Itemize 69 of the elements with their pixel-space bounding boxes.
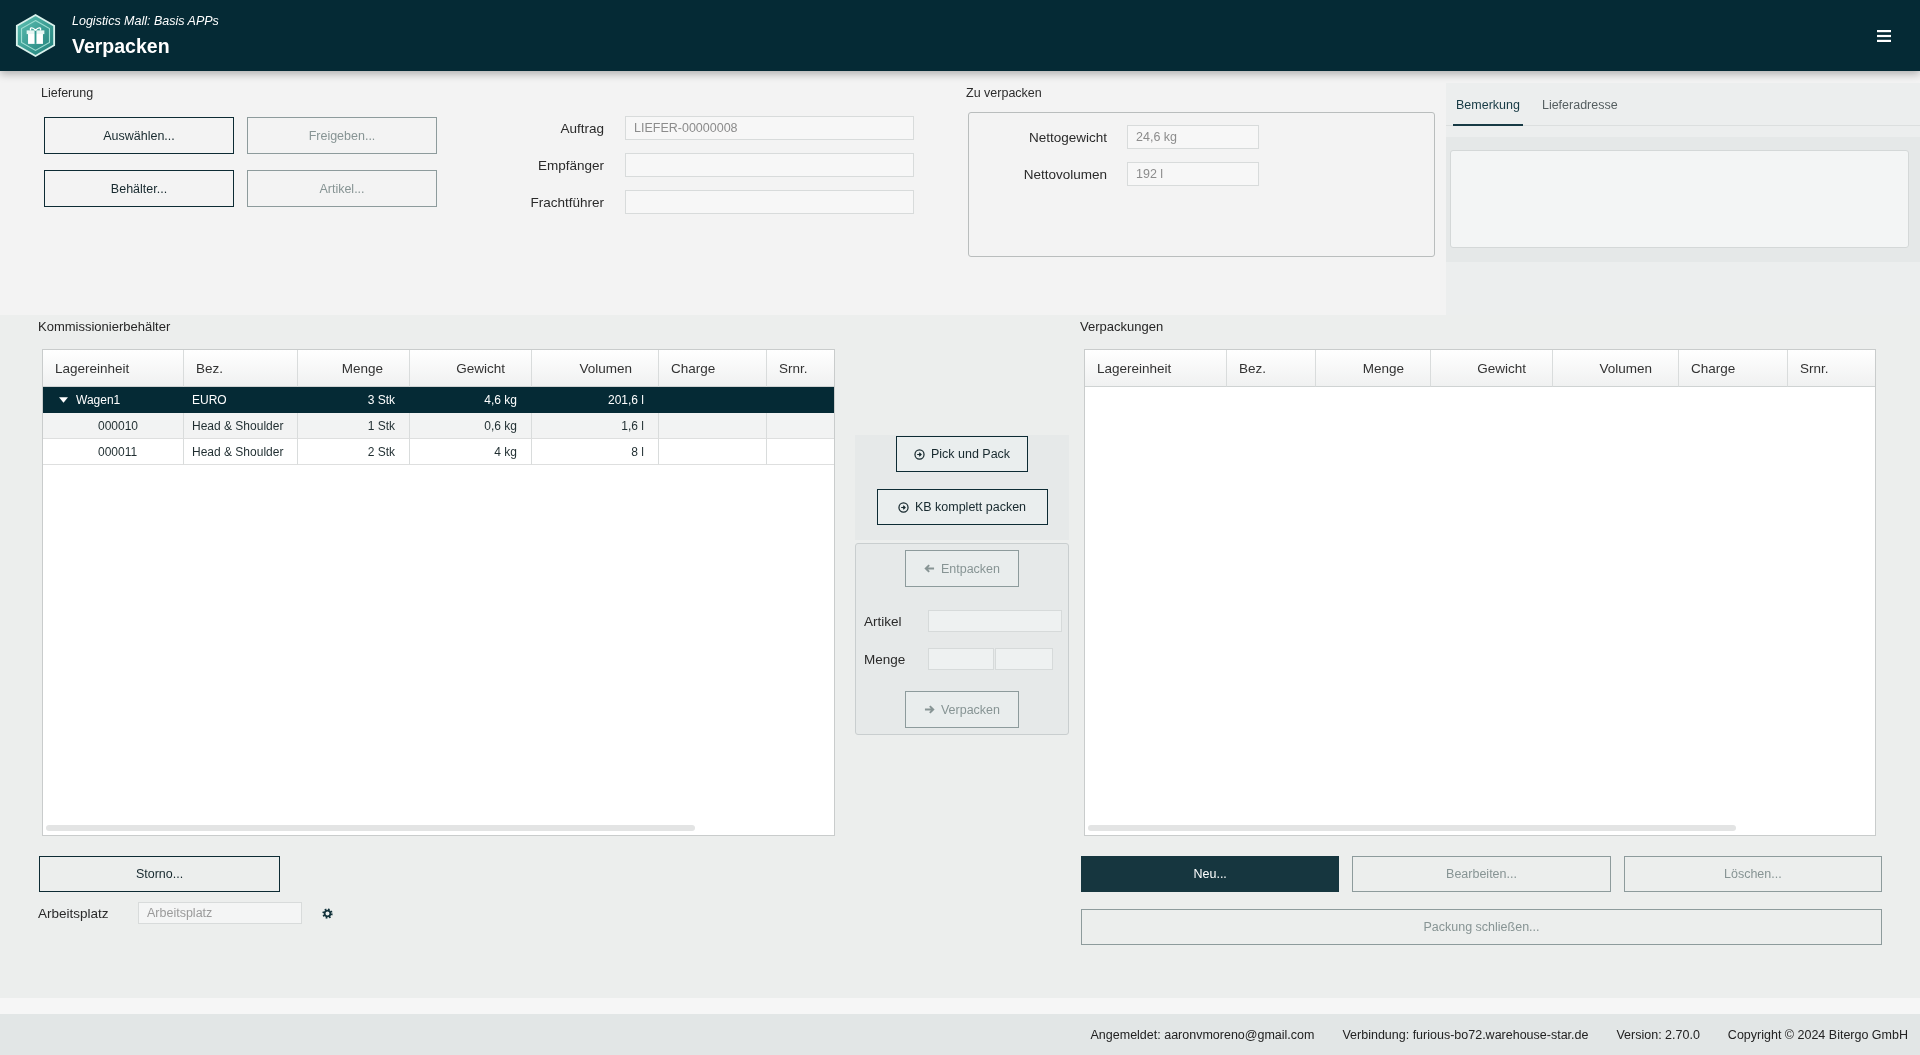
field-label: Nettogewicht bbox=[1027, 129, 1107, 145]
column-header[interactable]: Charge bbox=[659, 350, 767, 387]
table-row[interactable]: 000010 Head & Shoulder 1 Stk 0,6 kg 1,6 l bbox=[43, 413, 834, 439]
column-header[interactable]: Volumen bbox=[1553, 350, 1679, 387]
page-title: Verpacken bbox=[72, 34, 171, 58]
table-cell: Head & Shoulder bbox=[184, 413, 298, 439]
table-cell: 8 l bbox=[532, 439, 659, 465]
column-header[interactable]: Lagereinheit bbox=[43, 350, 184, 387]
circle-arrow-icon bbox=[897, 501, 909, 513]
table-cell: 000011 bbox=[98, 444, 138, 459]
field-label: Artikel bbox=[864, 613, 903, 629]
column-header[interactable]: Bez. bbox=[1227, 350, 1316, 387]
column-header[interactable]: Lagereinheit bbox=[1085, 350, 1227, 387]
pick-and-pack-button[interactable]: Pick und Pack bbox=[896, 436, 1028, 472]
select-button[interactable]: Auswählen... bbox=[44, 117, 234, 154]
table-cell: 1,6 l bbox=[532, 413, 659, 439]
field-label: Arbeitsplatz bbox=[38, 905, 110, 921]
table-row[interactable]: 000011 Head & Shoulder 2 Stk 4 kg 8 l bbox=[43, 439, 834, 465]
table-cell: Head & Shoulder bbox=[184, 439, 298, 465]
status-text: Angemeldet: aaronvmoreno@gmail.com bbox=[1090, 1027, 1315, 1042]
section-title: Zu verpacken bbox=[966, 86, 1043, 101]
status-text: Version: 2.70.0 bbox=[1616, 1027, 1700, 1042]
section-title: Lieferung bbox=[41, 86, 95, 101]
table-cell: 4 kg bbox=[410, 439, 532, 465]
arrow-right-icon bbox=[923, 704, 935, 715]
field-label: Auftrag bbox=[559, 120, 604, 136]
pack-all-button[interactable]: KB komplett packen bbox=[876, 489, 1048, 525]
tab[interactable]: Lieferadresse bbox=[1538, 92, 1621, 126]
table-cell: Wagen1 bbox=[76, 392, 121, 407]
tab[interactable]: Bemerkung bbox=[1453, 92, 1523, 126]
text-area[interactable] bbox=[1450, 150, 1909, 248]
table-row[interactable]: Wagen1 EURO 3 Stk 4,6 kg 201,6 l bbox=[43, 387, 834, 413]
section-title: Kommissionierbehälter bbox=[38, 319, 171, 335]
status-text: Verbindung: furious-bo72.warehouse-star.de bbox=[1342, 1027, 1589, 1042]
column-header[interactable]: Charge bbox=[1679, 350, 1788, 387]
arrow-left-icon bbox=[923, 563, 935, 574]
horizontal-scrollbar[interactable] bbox=[1088, 825, 1736, 831]
app-subtitle: Logistics Mall: Basis APPs bbox=[72, 13, 219, 29]
text-field[interactable] bbox=[625, 153, 914, 177]
column-header[interactable]: Menge bbox=[298, 350, 410, 387]
status-text: Copyright © 2024 Bitergo GmbH bbox=[1727, 1027, 1908, 1042]
column-header[interactable]: Gewicht bbox=[410, 350, 532, 387]
circle-arrow-icon bbox=[913, 448, 925, 460]
table-cell: 1 Stk bbox=[298, 413, 410, 439]
table-cell: 2 Stk bbox=[298, 439, 410, 465]
section-title: Verpackungen bbox=[1080, 319, 1164, 335]
horizontal-scrollbar[interactable] bbox=[46, 825, 695, 831]
text-field[interactable] bbox=[928, 648, 994, 670]
settings-button[interactable] bbox=[322, 907, 333, 919]
field-label: Menge bbox=[864, 651, 907, 667]
field-label: Frachtführer bbox=[529, 194, 604, 210]
container-button[interactable]: Behälter... bbox=[44, 170, 234, 207]
text-field[interactable] bbox=[625, 190, 914, 214]
column-header[interactable]: Menge bbox=[1316, 350, 1431, 387]
menu-icon bbox=[1877, 29, 1891, 42]
text-field[interactable]: Arbeitsplatz bbox=[138, 902, 302, 924]
field-label: Empfänger bbox=[536, 157, 604, 173]
field-label: Nettovolumen bbox=[1022, 166, 1107, 182]
settings-icon bbox=[322, 907, 333, 919]
hexagon-box-logo bbox=[15, 13, 56, 58]
new-button[interactable]: Neu... bbox=[1081, 856, 1340, 892]
table-cell: 0,6 kg bbox=[410, 413, 532, 439]
table-cell: 000010 bbox=[98, 418, 139, 433]
column-header[interactable]: Gewicht bbox=[1431, 350, 1553, 387]
column-header[interactable]: Bez. bbox=[184, 350, 298, 387]
text-field[interactable] bbox=[928, 610, 1062, 632]
column-header[interactable]: Volumen bbox=[532, 350, 659, 387]
text-field[interactable] bbox=[995, 648, 1053, 670]
cancel-button[interactable]: Storno... bbox=[39, 856, 280, 892]
